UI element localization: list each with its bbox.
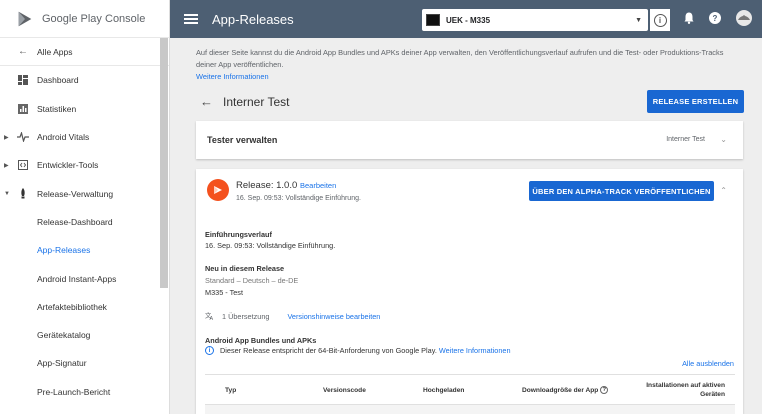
code-icon xyxy=(16,158,30,172)
column-header-download-size: Downloadgröße der App? xyxy=(522,386,609,395)
sidebar-scrollbar[interactable] xyxy=(160,38,168,288)
intro-paragraph: Auf dieser Seite kannst du die Android A… xyxy=(196,48,724,69)
bundles-table-header: Typ Versionscode Hochgeladen Downloadgrö… xyxy=(205,374,735,404)
sidebar: Google Play Console ← Alle Apps Dashboar… xyxy=(0,0,170,414)
sidebar-item-label: Android Vitals xyxy=(37,132,90,143)
release-date: 16. Sep. 09:53: Vollständige Einführung. xyxy=(236,195,361,202)
table-row xyxy=(205,404,735,414)
tester-card[interactable]: Tester verwalten Interner Test ⌄ xyxy=(196,121,743,159)
chevron-up-icon[interactable]: ⌃ xyxy=(720,186,727,195)
caret-down-icon: ▼ xyxy=(4,190,10,197)
rollout-history-title: Einführungsverlauf xyxy=(205,230,272,239)
sidebar-item-artifact-library[interactable]: Artefaktebibliothek xyxy=(0,293,169,321)
sidebar-item-label: Release-Dashboard xyxy=(37,216,113,227)
column-header-type: Typ xyxy=(225,387,237,394)
app-thumbnail xyxy=(426,14,440,26)
track-header: ← Interner Test xyxy=(200,94,289,109)
caret-right-icon: ▶ xyxy=(4,134,9,141)
bundles-title: Android App Bundles und APKs xyxy=(205,336,317,345)
account-avatar-icon[interactable] xyxy=(736,10,752,29)
hide-all-link[interactable]: Alle ausblenden xyxy=(682,359,734,368)
whats-new-language: Standard – Deutsch – de-DE xyxy=(205,276,299,285)
release-play-icon xyxy=(207,179,229,201)
sidebar-item-label: Artefaktebibliothek xyxy=(37,301,107,312)
sidebar-item-pre-launch-report[interactable]: Pre-Launch-Bericht xyxy=(0,378,169,406)
column-header-installs: Installationen auf aktiven Geräten xyxy=(646,382,725,398)
tester-track-label: Interner Test xyxy=(666,136,705,143)
sidebar-item-app-signing[interactable]: App-Signatur xyxy=(0,349,169,377)
chevron-down-icon[interactable]: ⌄ xyxy=(720,135,727,144)
pulse-icon xyxy=(16,130,30,144)
tester-card-title: Tester verwalten xyxy=(207,135,278,145)
play-console-logo-icon xyxy=(18,11,32,26)
info-button[interactable]: i xyxy=(650,9,670,31)
main-content: Auf dieser Seite kannst du die Android A… xyxy=(170,38,762,414)
rollout-history-text: 16. Sep. 09:53: Vollständige Einführung. xyxy=(205,241,336,250)
sidebar-item-label: App-Signatur xyxy=(37,358,87,369)
app-selector-label: UEK - M335 xyxy=(446,15,491,25)
edit-release-notes-link[interactable]: Versionshinweise bearbeiten xyxy=(287,312,380,321)
translations-row: 文A 1 Übersetzung Versionshinweise bearbe… xyxy=(205,310,380,322)
svg-text:A: A xyxy=(210,316,214,320)
rocket-icon xyxy=(16,187,30,201)
help-icon[interactable]: ? xyxy=(600,386,609,395)
bar-chart-icon xyxy=(16,102,30,116)
sidebar-item-release-management[interactable]: ▼ Release-Verwaltung xyxy=(0,179,169,207)
bundles-info-row: i Dieser Release entspricht der 64-Bit-A… xyxy=(205,346,511,355)
help-icon[interactable]: ? xyxy=(709,12,721,27)
sidebar-item-all-apps[interactable]: ← Alle Apps xyxy=(0,38,169,67)
top-app-bar: App-Releases UEK - M335 ▼ i ? xyxy=(170,0,762,38)
sidebar-item-device-catalog[interactable]: Gerätekatalog xyxy=(0,321,169,349)
page-title-bar: App-Releases xyxy=(212,11,294,27)
sidebar-item-label: Android Instant-Apps xyxy=(37,273,117,284)
track-title: Interner Test xyxy=(223,94,290,109)
create-release-button[interactable]: RELEASE ERSTELLEN xyxy=(647,90,744,113)
intro-text: Auf dieser Seite kannst du die Android A… xyxy=(196,47,741,83)
sidebar-item-developer-tools[interactable]: ▶ Entwickler-Tools xyxy=(0,151,169,179)
release-name: Release: 1.0.0 xyxy=(236,180,298,191)
sidebar-item-android-vitals[interactable]: ▶ Android Vitals xyxy=(0,123,169,151)
whats-new-text: M335 - Test xyxy=(205,288,243,297)
edit-release-link[interactable]: Bearbeiten xyxy=(300,181,336,190)
sidebar-item-dashboard[interactable]: Dashboard xyxy=(0,66,169,94)
sidebar-item-release-dashboard[interactable]: Release-Dashboard xyxy=(0,208,169,236)
sidebar-item-label: Alle Apps xyxy=(37,46,73,57)
whats-new-title: Neu in diesem Release xyxy=(205,264,285,273)
publish-alpha-button[interactable]: ÜBER DEN ALPHA-TRACK VERÖFFENTLICHEN xyxy=(529,181,714,201)
translations-count: 1 Übersetzung xyxy=(222,312,270,321)
brand-header[interactable]: Google Play Console xyxy=(0,0,169,38)
sidebar-item-label: Gerätekatalog xyxy=(37,330,91,341)
bundles-info-text: Dieser Release entspricht der 64-Bit-Anf… xyxy=(220,346,437,355)
svg-text:?: ? xyxy=(713,14,718,23)
arrow-back-icon: ← xyxy=(18,46,28,58)
sidebar-item-label: Release-Verwaltung xyxy=(37,188,114,199)
column-header-version-code: Versionscode xyxy=(323,387,366,394)
sidebar-item-label: App-Releases xyxy=(37,245,91,256)
sidebar-item-instant-apps[interactable]: Android Instant-Apps xyxy=(0,264,169,292)
info-icon: i xyxy=(653,13,667,27)
column-header-uploaded: Hochgeladen xyxy=(423,387,465,394)
arrow-back-icon[interactable]: ← xyxy=(200,94,213,109)
sidebar-item-label: Statistiken xyxy=(37,103,77,114)
more-info-link[interactable]: Weitere Informationen xyxy=(196,72,269,81)
sidebar-item-statistics[interactable]: Statistiken xyxy=(0,95,169,123)
column-header-download-size-label: Downloadgröße der App xyxy=(522,387,599,394)
app-selector[interactable]: UEK - M335 ▼ xyxy=(422,9,648,31)
sidebar-item-app-releases[interactable]: App-Releases xyxy=(0,236,169,264)
dashboard-icon xyxy=(16,73,30,87)
caret-right-icon: ▶ xyxy=(4,162,9,169)
bundles-more-info-link[interactable]: Weitere Informationen xyxy=(439,346,511,355)
release-card: Release: 1.0.0 Bearbeiten 16. Sep. 09:53… xyxy=(196,169,743,414)
sidebar-item-label: Entwickler-Tools xyxy=(37,160,99,171)
brand-name: Google Play Console xyxy=(42,12,146,25)
dropdown-arrow-icon: ▼ xyxy=(635,16,642,24)
info-icon: i xyxy=(205,346,214,355)
sidebar-item-label: Pre-Launch-Bericht xyxy=(37,386,111,397)
translate-icon: 文A xyxy=(205,310,214,322)
sidebar-item-label: Dashboard xyxy=(37,75,79,86)
bell-icon[interactable] xyxy=(684,12,694,27)
hamburger-menu-icon[interactable] xyxy=(184,14,198,24)
